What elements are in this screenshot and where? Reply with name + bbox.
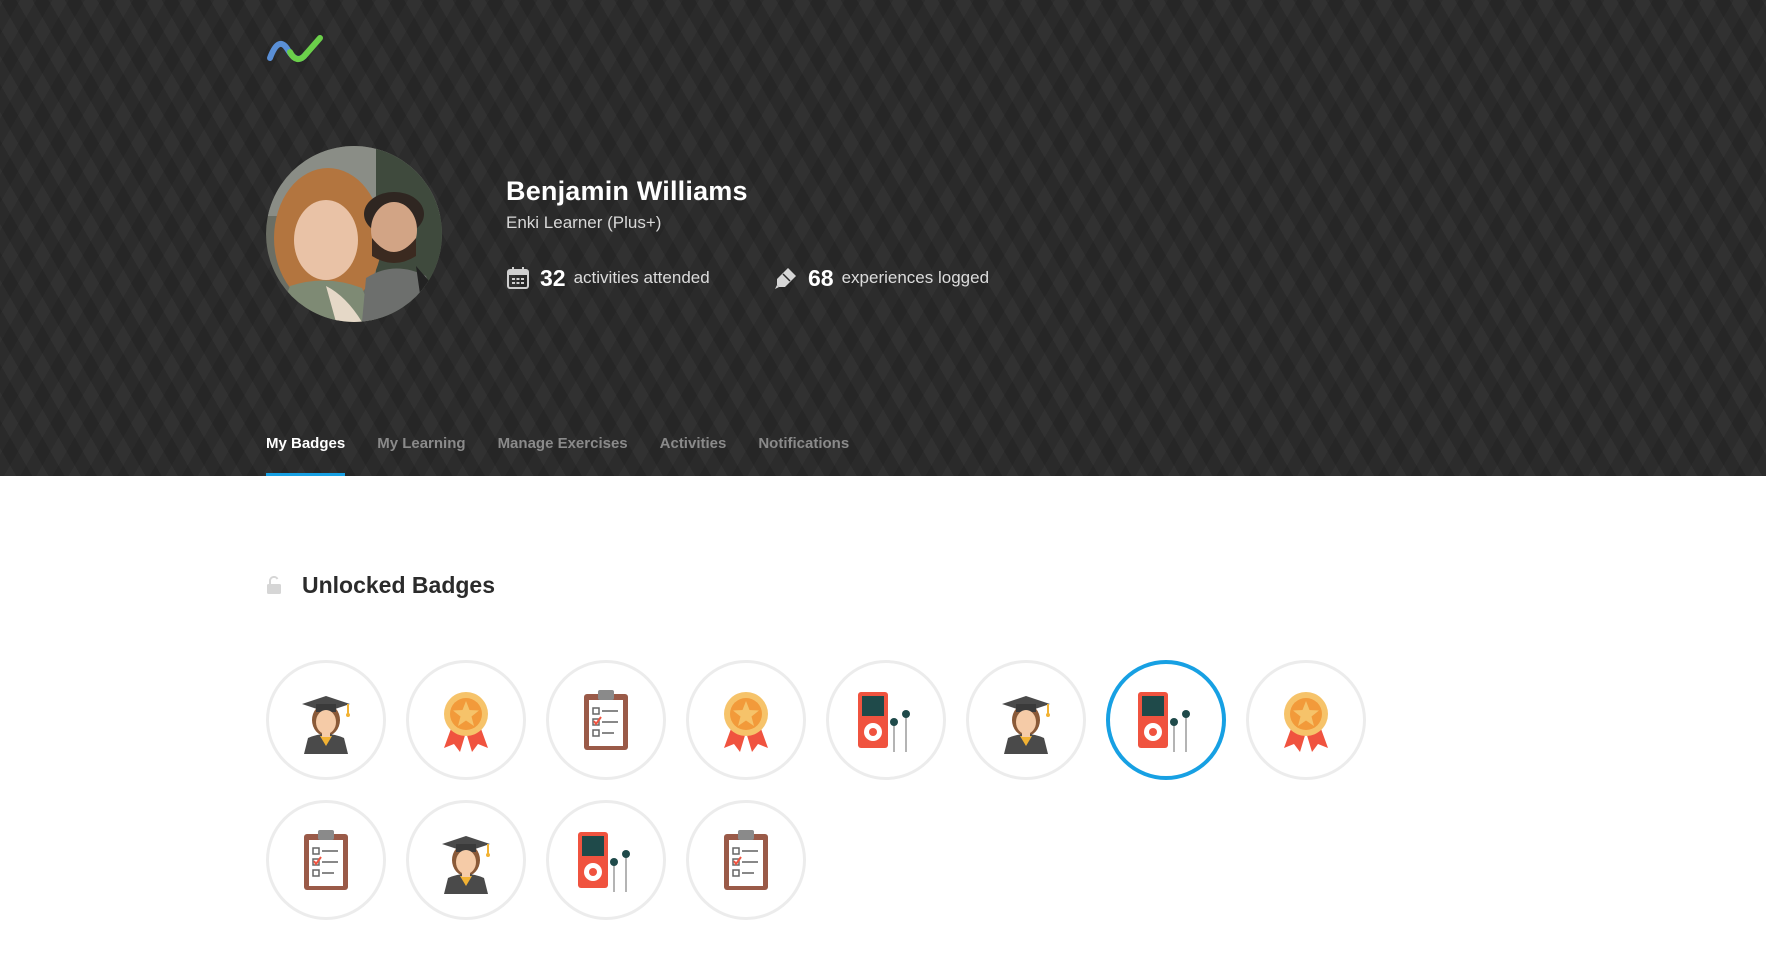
badge-item[interactable] xyxy=(686,660,806,780)
user-role: Enki Learner (Plus+) xyxy=(506,213,662,232)
experiences-label: experiences logged xyxy=(841,268,990,287)
section-title: Unlocked Badges xyxy=(302,571,495,598)
activities-stat: 32 activities attended xyxy=(506,262,710,294)
experiences-stat: 68 experiences logged xyxy=(774,262,989,294)
activities-count: 32 xyxy=(540,264,566,291)
medal-icon xyxy=(444,692,488,752)
activities-label: activities attended xyxy=(573,268,710,287)
badge-item[interactable] xyxy=(266,660,386,780)
badges-grid xyxy=(266,660,1506,940)
clipboard-icon xyxy=(304,830,348,890)
music-player-icon xyxy=(858,692,910,752)
tab-my-learning[interactable]: My Learning xyxy=(377,432,465,476)
clipboard-icon xyxy=(724,830,768,890)
music-player-icon xyxy=(578,832,630,892)
experiences-count: 68 xyxy=(808,264,834,291)
graduate-icon xyxy=(302,696,350,754)
badge-item[interactable] xyxy=(1106,660,1226,780)
badge-item[interactable] xyxy=(406,800,526,920)
badge-item[interactable] xyxy=(686,800,806,920)
badge-item[interactable] xyxy=(266,800,386,920)
graduate-icon xyxy=(1002,696,1050,754)
badge-item[interactable] xyxy=(406,660,526,780)
clipboard-icon xyxy=(584,690,628,750)
calendar-icon xyxy=(507,267,529,289)
unlock-icon xyxy=(267,576,281,594)
tab-notifications[interactable]: Notifications xyxy=(758,432,849,476)
badge-item[interactable] xyxy=(546,800,666,920)
tab-manage-exercises[interactable]: Manage Exercises xyxy=(498,432,628,476)
tab-activities[interactable]: Activities xyxy=(660,432,727,476)
avatar xyxy=(266,146,442,322)
graduate-icon xyxy=(442,836,490,894)
badge-item[interactable] xyxy=(1246,660,1366,780)
profile-header: Benjamin Williams Enki Learner (Plus+) 3… xyxy=(0,0,1766,476)
music-player-icon xyxy=(1138,692,1190,752)
badge-item[interactable] xyxy=(546,660,666,780)
badge-item[interactable] xyxy=(966,660,1086,780)
marker-icon xyxy=(775,268,796,289)
user-name: Benjamin Williams xyxy=(506,176,748,206)
profile-tabs: My Badges My Learning Manage Exercises A… xyxy=(266,432,881,476)
medal-icon xyxy=(724,692,768,752)
medal-icon xyxy=(1284,692,1328,752)
badge-item[interactable] xyxy=(826,660,946,780)
enki-logo-icon[interactable] xyxy=(266,32,326,66)
tab-my-badges[interactable]: My Badges xyxy=(266,432,346,476)
section-heading: Unlocked Badges xyxy=(266,570,495,600)
